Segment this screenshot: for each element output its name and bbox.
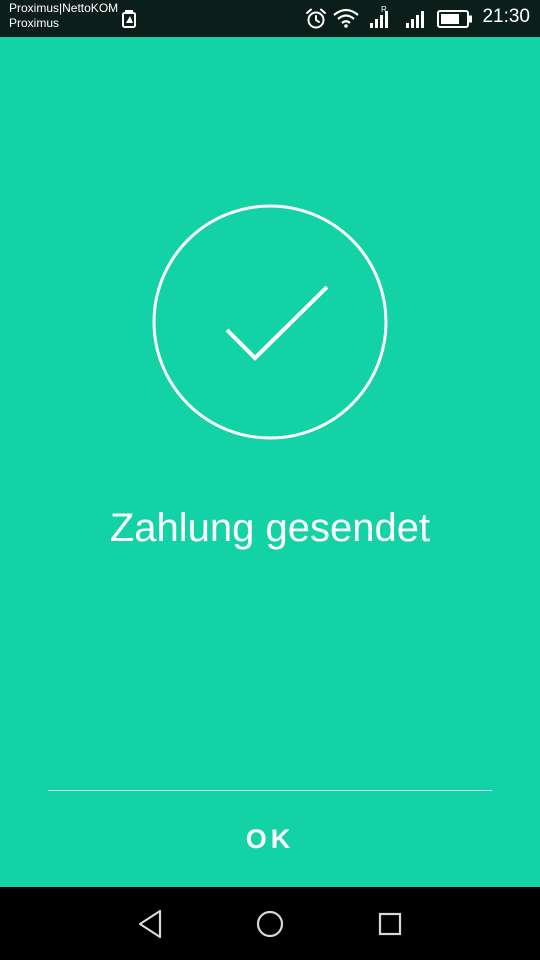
payment-sent-message: Zahlung gesendet <box>109 506 431 550</box>
back-icon[interactable] <box>133 907 167 941</box>
alarm-icon <box>306 8 326 29</box>
checkmark-circle-icon <box>152 204 388 440</box>
payment-success-screen: Zahlung gesendet OK <box>0 37 540 887</box>
status-time: 21:30 <box>482 6 530 27</box>
sim-toolkit-icon <box>122 10 136 28</box>
home-icon[interactable] <box>253 907 287 941</box>
status-bar: Proximus|NettoKOM Proximus R 21:30 <box>0 0 540 37</box>
navigation-bar <box>0 887 540 960</box>
wifi-icon <box>333 8 359 28</box>
carrier-line-2: Proximus <box>9 16 60 30</box>
carrier-line-1: Proximus|NettoKOM <box>9 1 119 15</box>
signal-icon <box>406 11 424 28</box>
battery-icon <box>437 10 472 28</box>
recents-icon[interactable] <box>373 907 407 941</box>
roaming-signal-icon: R <box>370 5 388 28</box>
ok-button[interactable]: OK <box>48 791 492 887</box>
carrier-info: Proximus|NettoKOM Proximus <box>9 1 118 31</box>
